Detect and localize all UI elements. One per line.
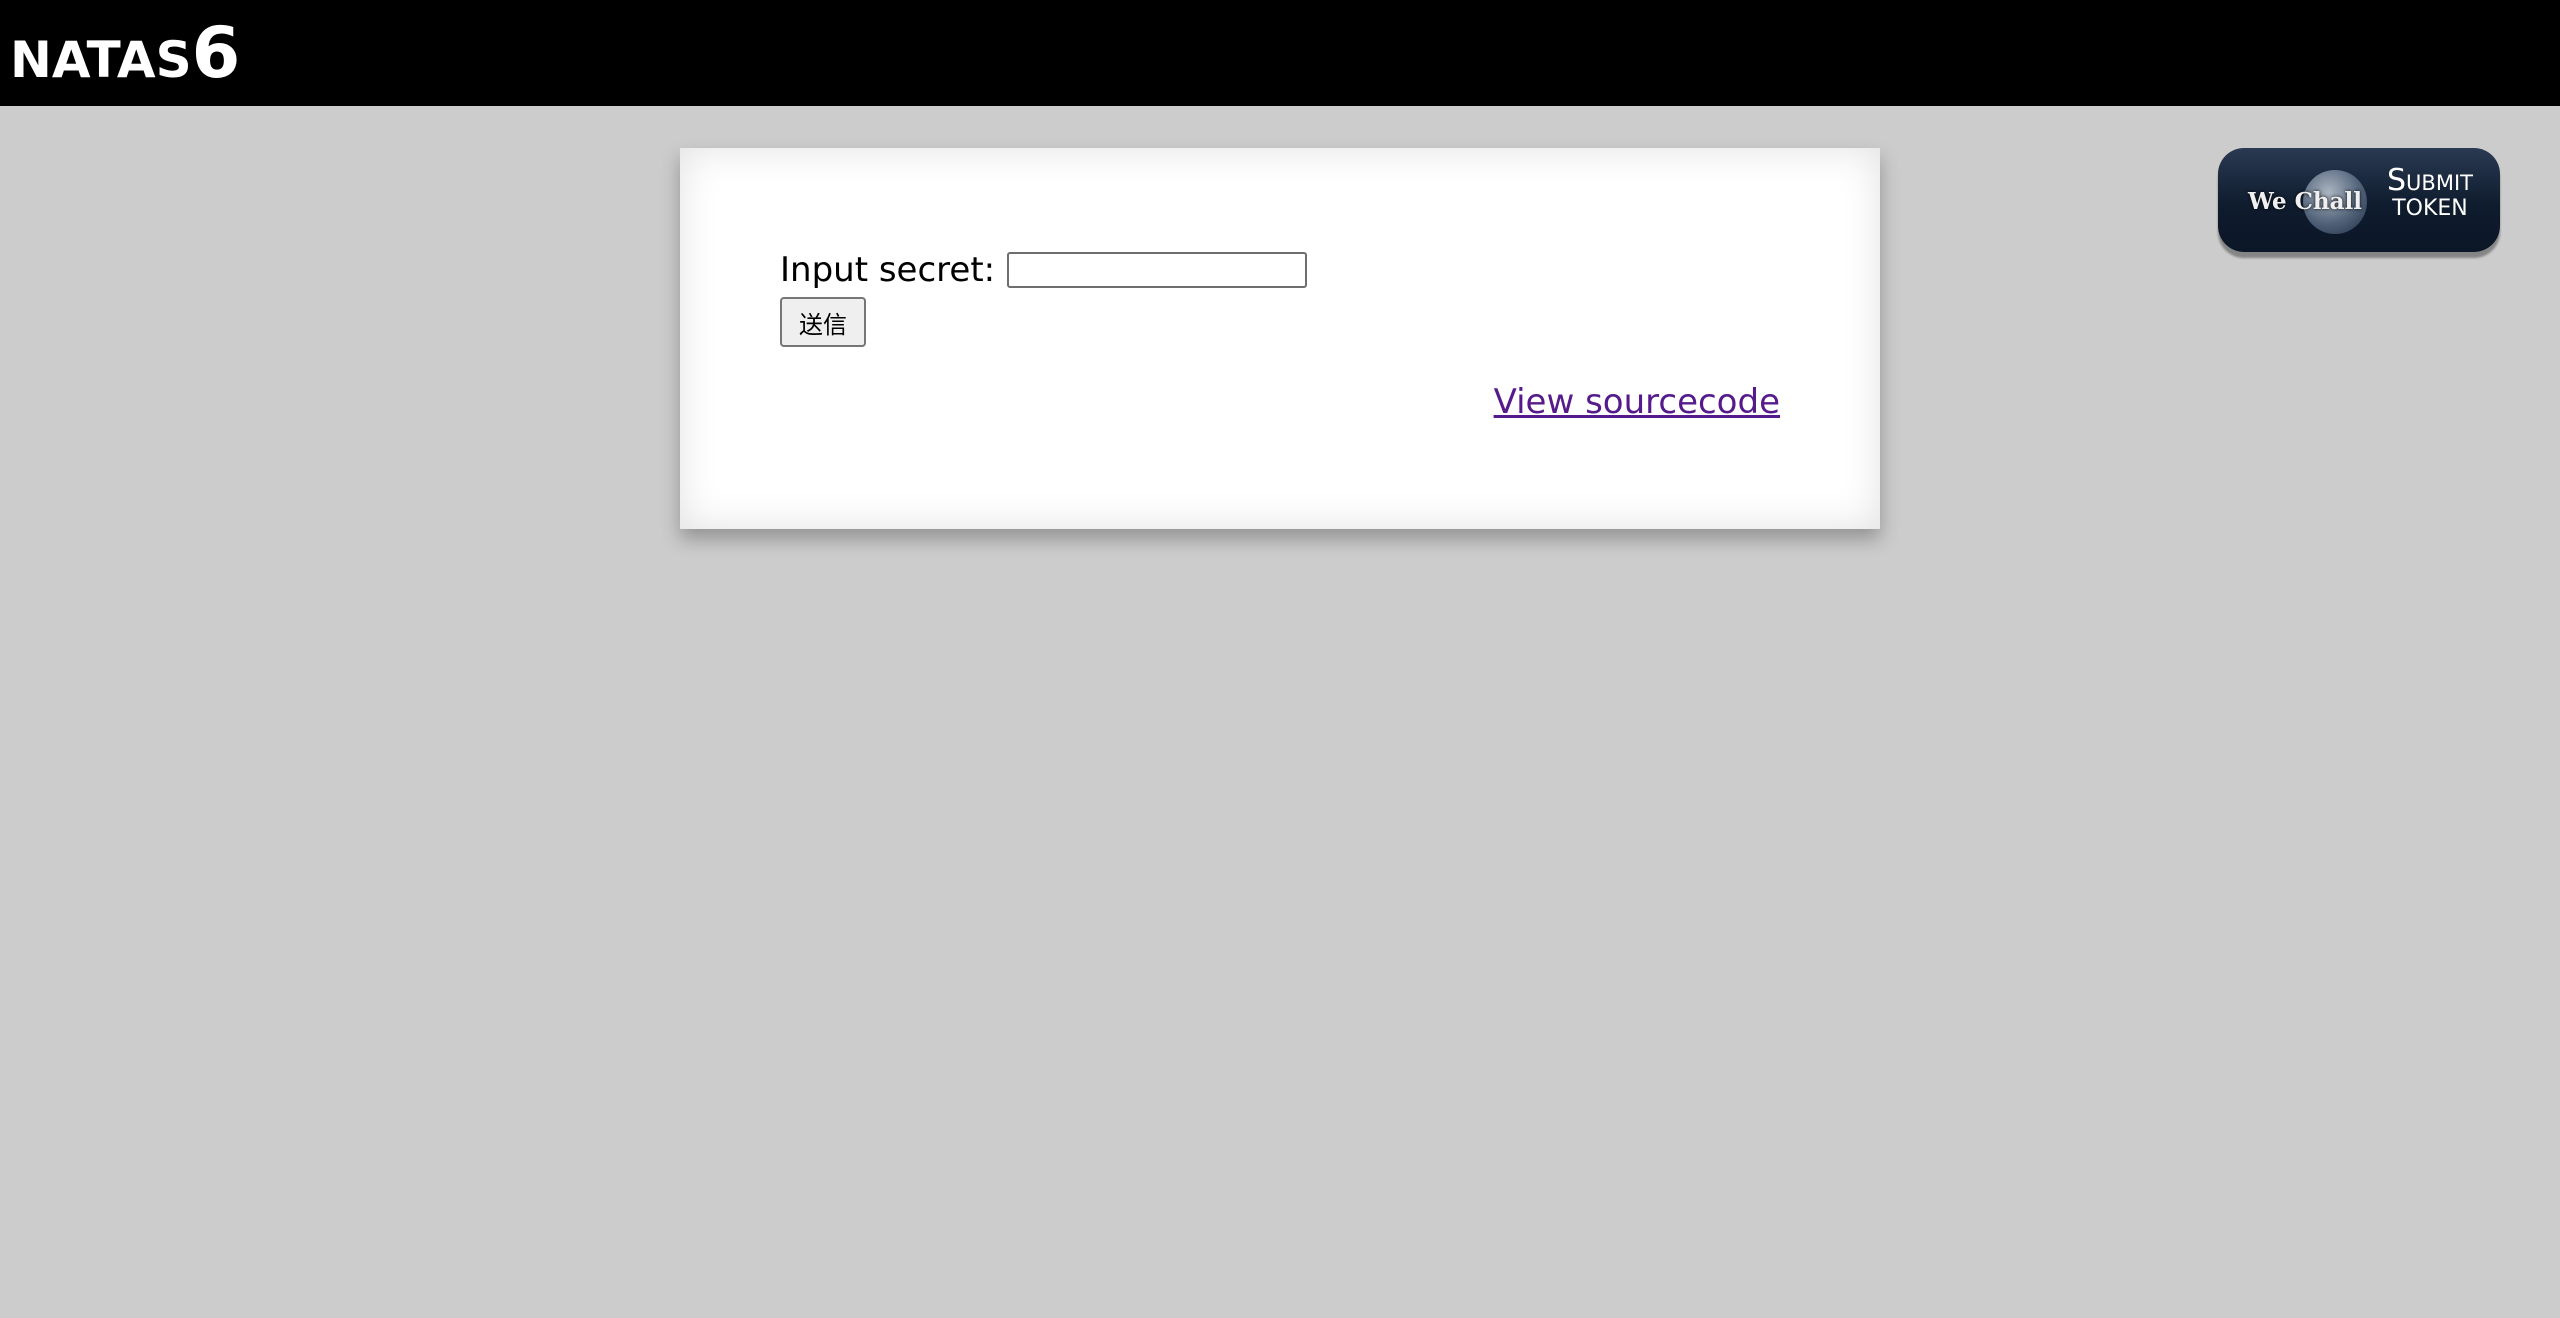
header-bar: NATAS6 bbox=[0, 0, 2560, 106]
title-number: 6 bbox=[191, 12, 241, 94]
wechall-submit-token-button[interactable]: We Chall Submit TOKEN bbox=[2218, 148, 2500, 252]
submit-token-label: Submit TOKEN bbox=[2370, 164, 2490, 221]
secret-label: Input secret: bbox=[780, 250, 996, 290]
title-word: NATAS bbox=[10, 31, 192, 89]
submit-button[interactable]: 送信 bbox=[780, 297, 866, 347]
wechall-logo-text: We Chall bbox=[2248, 188, 2363, 215]
submit-token-line1: Submit bbox=[2387, 163, 2473, 198]
secret-form-row: Input secret: bbox=[780, 250, 1308, 290]
submit-token-line2: TOKEN bbox=[2392, 196, 2468, 221]
content-panel: Input secret: 送信 View sourcecode bbox=[680, 148, 1880, 529]
page-title: NATAS6 bbox=[10, 12, 240, 94]
secret-input[interactable] bbox=[1007, 252, 1308, 288]
view-sourcecode-link[interactable]: View sourcecode bbox=[1494, 382, 1780, 422]
